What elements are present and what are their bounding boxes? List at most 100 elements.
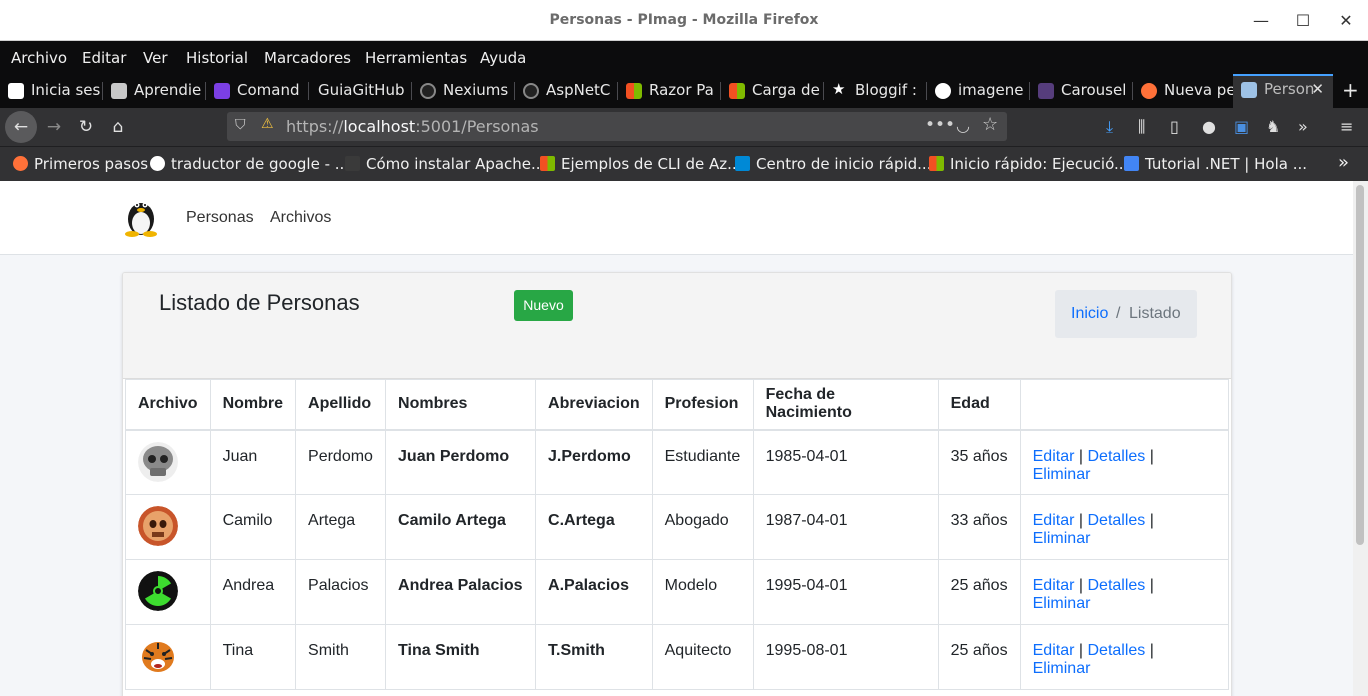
tux-logo[interactable] xyxy=(123,195,159,237)
delete-link[interactable]: Eliminar xyxy=(1033,466,1091,483)
account-icon[interactable]: ● xyxy=(1202,117,1216,136)
home-button[interactable]: ⌂ xyxy=(102,111,134,143)
tab-carousel[interactable]: Carousel xyxy=(1030,76,1133,106)
edit-link[interactable]: Editar xyxy=(1033,512,1075,529)
cell-nombre: Camilo xyxy=(209,494,297,560)
cell-archivo xyxy=(125,624,211,690)
microsoft-icon xyxy=(729,83,745,99)
shield-icon[interactable]: ⛉ xyxy=(235,117,246,133)
bookmark-label: Ejemplos de CLI de Az... xyxy=(561,155,742,173)
menu-ayuda[interactable]: Ayuda xyxy=(480,49,526,67)
forward-button[interactable]: → xyxy=(38,111,70,143)
scrollbar-thumb[interactable] xyxy=(1356,185,1364,545)
breadcrumb-separator: / xyxy=(1116,305,1121,322)
new-person-button[interactable]: Nuevo xyxy=(514,290,573,321)
new-tab-button[interactable]: + xyxy=(1335,76,1368,106)
bookmark-inicio-rapido[interactable]: Inicio rápido: Ejecució... xyxy=(929,155,1128,173)
tiger-avatar[interactable] xyxy=(138,636,178,676)
lock-warning-icon[interactable]: ⚠ xyxy=(261,116,274,132)
menu-ver[interactable]: Ver xyxy=(143,49,168,67)
library-icon[interactable]: ⫼ xyxy=(1138,117,1145,137)
cell-edad: 25 años xyxy=(937,624,1021,690)
table-header-row: Archivo Nombre Apellido Nombres Abreviac… xyxy=(125,379,1229,431)
nav-link-personas[interactable]: Personas xyxy=(186,209,254,227)
bookmarks-overflow-icon[interactable]: » xyxy=(1338,152,1349,173)
action-separator: | xyxy=(1149,642,1154,659)
cell-nombre: Juan xyxy=(209,429,297,495)
page-scrollbar[interactable] xyxy=(1353,181,1368,696)
skull-avatar[interactable] xyxy=(138,441,178,482)
url-text[interactable]: https://localhost:5001/Personas xyxy=(286,117,539,136)
nav-link-archivos[interactable]: Archivos xyxy=(270,209,331,227)
bookmark-label: Cómo instalar Apache... xyxy=(366,155,546,173)
tab-nexiums[interactable]: Nexiums xyxy=(412,76,515,106)
bookmark-centro-inicio[interactable]: Centro de inicio rápid... xyxy=(735,155,931,173)
cell-abreviacion: C.Artega xyxy=(535,494,653,560)
tab-guiagithub[interactable]: GuiaGitHub xyxy=(309,76,412,106)
menu-marcadores[interactable]: Marcadores xyxy=(264,49,351,67)
github-icon xyxy=(420,83,436,99)
tab-razor-pages[interactable]: Razor Pa xyxy=(618,76,721,106)
bookmark-cli-azure[interactable]: Ejemplos de CLI de Az... xyxy=(540,155,741,173)
bookmark-star-icon[interactable]: ☆ xyxy=(982,114,998,135)
bookmark-apache[interactable]: Cómo instalar Apache... xyxy=(345,155,545,173)
menu-historial[interactable]: Historial xyxy=(186,49,248,67)
overflow-chevron-icon[interactable]: » xyxy=(1298,117,1308,136)
tab-inicia-sesion[interactable]: Inicia ses xyxy=(0,76,103,106)
sidebar-icon[interactable]: ▯ xyxy=(1170,117,1179,136)
tab-personas[interactable]: Person ✕ xyxy=(1233,74,1333,108)
action-separator: | xyxy=(1149,512,1154,529)
pocket-icon[interactable]: ◡ xyxy=(956,116,970,135)
translate-icon[interactable]: ▣ xyxy=(1234,117,1249,136)
tab-aprendiendo[interactable]: Aprendie xyxy=(103,76,206,106)
details-link[interactable]: Detalles xyxy=(1087,512,1145,529)
tab-carga-de[interactable]: Carga de xyxy=(721,76,824,106)
action-separator: | xyxy=(1078,447,1084,465)
url-bar[interactable]: ⛉ ⚠ https://localhost:5001/Personas ••• … xyxy=(227,112,1007,141)
radioactive-avatar[interactable] xyxy=(138,571,178,611)
bookmark-traductor[interactable]: traductor de google - ... xyxy=(150,155,349,173)
minimize-button[interactable]: — xyxy=(1248,8,1274,34)
delete-link[interactable]: Eliminar xyxy=(1033,530,1091,547)
tab-bloggif[interactable]: ★ Bloggif : xyxy=(824,76,927,106)
cell-fecha: 1995-04-01 xyxy=(752,559,939,625)
close-window-button[interactable]: ✕ xyxy=(1333,8,1359,34)
menu-archivo[interactable]: Archivo xyxy=(11,49,67,67)
menu-herramientas[interactable]: Herramientas xyxy=(365,49,467,67)
maximize-button[interactable]: ☐ xyxy=(1290,8,1316,34)
details-link[interactable]: Detalles xyxy=(1087,577,1145,594)
close-tab-icon[interactable]: ✕ xyxy=(1311,80,1324,98)
details-link[interactable]: Detalles xyxy=(1087,448,1145,465)
bookmark-tutorial-net[interactable]: Tutorial .NET | Hola ... xyxy=(1124,155,1307,173)
col-fecha-nacimiento: Fecha de Nacimiento xyxy=(752,379,939,431)
back-button[interactable]: ← xyxy=(5,111,37,143)
cell-nombre: Tina xyxy=(209,624,297,690)
microsoft-icon xyxy=(540,156,555,171)
delete-link[interactable]: Eliminar xyxy=(1033,660,1091,677)
tab-nueva-pestana[interactable]: Nueva pe xyxy=(1133,76,1233,106)
edit-link[interactable]: Editar xyxy=(1033,577,1075,594)
col-apellido: Apellido xyxy=(295,379,387,431)
tab-comandos[interactable]: Comand xyxy=(206,76,309,106)
hamburger-menu-icon[interactable]: ≡ xyxy=(1340,117,1353,136)
details-link[interactable]: Detalles xyxy=(1087,642,1145,659)
delete-link[interactable]: Eliminar xyxy=(1033,595,1091,612)
page-title: Listado de Personas xyxy=(159,290,360,315)
bookmark-primeros-pasos[interactable]: Primeros pasos xyxy=(13,155,148,173)
downloads-icon[interactable]: ⤓ xyxy=(1106,117,1113,137)
tab-label: Nueva pe xyxy=(1164,81,1233,99)
edit-link[interactable]: Editar xyxy=(1033,642,1075,659)
flaming-skull-avatar[interactable] xyxy=(138,506,178,546)
tab-bar: Inicia ses Aprendie Comand GuiaGitHub Ne… xyxy=(0,74,1368,108)
page-actions-icon[interactable]: ••• xyxy=(925,115,955,135)
table-row: Camilo Artega Camilo Artega C.Artega Abo… xyxy=(125,494,1229,560)
tab-label: imagene xyxy=(958,81,1024,99)
breadcrumb-home-link[interactable]: Inicio xyxy=(1071,305,1108,323)
tab-label: Bloggif : xyxy=(855,81,917,99)
menu-editar[interactable]: Editar xyxy=(82,49,126,67)
edit-link[interactable]: Editar xyxy=(1033,448,1075,465)
reload-button[interactable]: ↻ xyxy=(70,111,102,143)
tab-aspnetcore[interactable]: AspNetC xyxy=(515,76,618,106)
tab-imagenes[interactable]: imagene xyxy=(927,76,1030,106)
gnome-icon[interactable]: ♞ xyxy=(1266,117,1280,136)
